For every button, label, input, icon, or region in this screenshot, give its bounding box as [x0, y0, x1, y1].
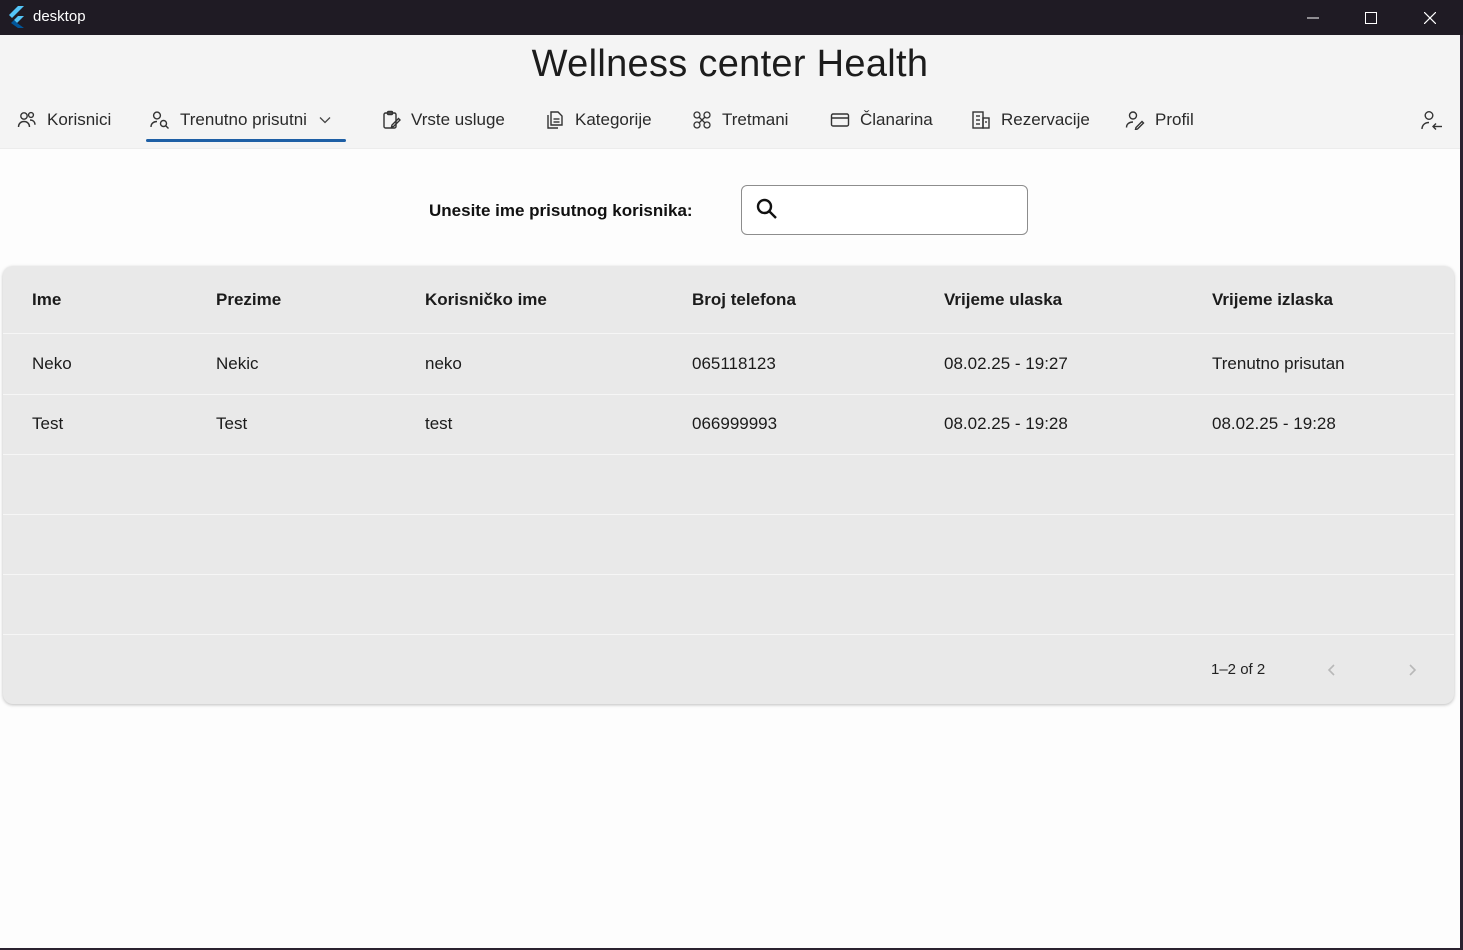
- chevron-down-icon: [319, 117, 331, 124]
- tab-label: Vrste usluge: [411, 110, 505, 129]
- building-icon: [972, 111, 990, 129]
- table-cell: Test: [32, 414, 64, 433]
- column-header-vrijeme-ulaska[interactable]: Vrijeme ulaska: [944, 266, 1062, 333]
- person-edit-icon: [1125, 111, 1145, 130]
- tab-label: Profil: [1155, 110, 1194, 129]
- data-table: Ime Prezime Korisničko ime Broj telefona…: [3, 266, 1454, 704]
- previous-page-button[interactable]: [1318, 656, 1346, 684]
- tab-tretmani[interactable]: Tretmani: [692, 105, 788, 135]
- tab-label: Rezervacije: [1001, 110, 1090, 129]
- tab-label: Članarina: [860, 110, 933, 129]
- app-title: desktop: [33, 8, 86, 25]
- next-page-button[interactable]: [1398, 656, 1426, 684]
- tab-label: Trenutno prisutni: [180, 110, 307, 129]
- table-header-row: Ime Prezime Korisničko ime Broj telefona…: [3, 266, 1454, 334]
- close-icon: [1424, 11, 1436, 24]
- table-row[interactable]: Test Test test 066999993 08.02.25 - 19:2…: [3, 394, 1454, 455]
- pagination-range: 1–2 of 2: [1211, 661, 1266, 678]
- users-icon: [17, 111, 36, 128]
- app-window: Wellness center Health Korisnici Trenutn…: [0, 35, 1460, 948]
- card-icon: [830, 113, 850, 127]
- tab-kategorije[interactable]: Kategorije: [545, 105, 652, 135]
- page-title: Wellness center Health: [531, 43, 929, 85]
- person-logout-icon[interactable]: [1420, 109, 1444, 133]
- empty-table-row: [3, 574, 1454, 635]
- empty-table-row: [3, 454, 1454, 515]
- chevron-left-icon: [1327, 664, 1335, 676]
- tab-label: Tretmani: [722, 110, 789, 129]
- table-cell: Test: [216, 414, 248, 433]
- document-copy-icon: [547, 111, 563, 129]
- active-tab-indicator: [146, 139, 346, 142]
- flutter-logo-icon: [9, 6, 24, 28]
- column-header-broj-telefona[interactable]: Broj telefona: [692, 266, 796, 333]
- search-icon: [756, 198, 777, 219]
- table-cell: Trenutno prisutan: [1212, 354, 1345, 373]
- tab-korisnici[interactable]: Korisnici: [17, 105, 111, 135]
- tab-rezervacije[interactable]: Rezervacije: [971, 105, 1090, 135]
- tab-label: Kategorije: [575, 110, 652, 129]
- minimize-button[interactable]: [1284, 0, 1342, 35]
- molecule-icon: [693, 111, 711, 129]
- column-header-vrijeme-izlaska[interactable]: Vrijeme izlaska: [1212, 266, 1333, 333]
- app-header: Wellness center Health Korisnici Trenutn…: [0, 35, 1460, 149]
- search-label: Unesite ime prisutnog korisnika:: [429, 201, 693, 220]
- tab-profil[interactable]: Profil: [1125, 105, 1194, 135]
- window-titlebar: desktop: [0, 0, 1463, 35]
- table-cell: Neko: [32, 354, 72, 373]
- person-search-icon: [150, 111, 169, 129]
- table-cell: Nekic: [216, 354, 259, 373]
- column-header-ime[interactable]: Ime: [32, 266, 61, 333]
- tab-trenutno-prisutni[interactable]: Trenutno prisutni: [150, 105, 331, 135]
- column-header-prezime[interactable]: Prezime: [216, 266, 281, 333]
- table-cell: 065118123: [692, 354, 776, 373]
- table-cell: 08.02.25 - 19:27: [944, 354, 1068, 373]
- maximize-icon: [1365, 11, 1377, 24]
- maximize-button[interactable]: [1342, 0, 1400, 35]
- table-cell: neko: [425, 354, 462, 373]
- clipboard-edit-icon: [383, 110, 401, 129]
- close-button[interactable]: [1401, 0, 1459, 35]
- tab-label: Korisnici: [47, 110, 112, 129]
- minimize-icon: [1307, 17, 1319, 18]
- empty-table-row: [3, 514, 1454, 575]
- tab-clanarina[interactable]: Članarina: [830, 105, 933, 135]
- table-cell: 08.02.25 - 19:28: [1212, 414, 1336, 433]
- table-row[interactable]: Neko Nekic neko 065118123 08.02.25 - 19:…: [3, 334, 1454, 395]
- tab-vrste-usluge[interactable]: Vrste usluge: [381, 105, 505, 135]
- search-field[interactable]: [741, 185, 1028, 235]
- column-header-korisnicko-ime[interactable]: Korisničko ime: [425, 266, 547, 333]
- search-input[interactable]: [788, 194, 1017, 226]
- table-cell: 08.02.25 - 19:28: [944, 414, 1068, 433]
- table-cell: test: [425, 414, 453, 433]
- chevron-right-icon: [1409, 664, 1417, 676]
- table-cell: 066999993: [692, 414, 778, 433]
